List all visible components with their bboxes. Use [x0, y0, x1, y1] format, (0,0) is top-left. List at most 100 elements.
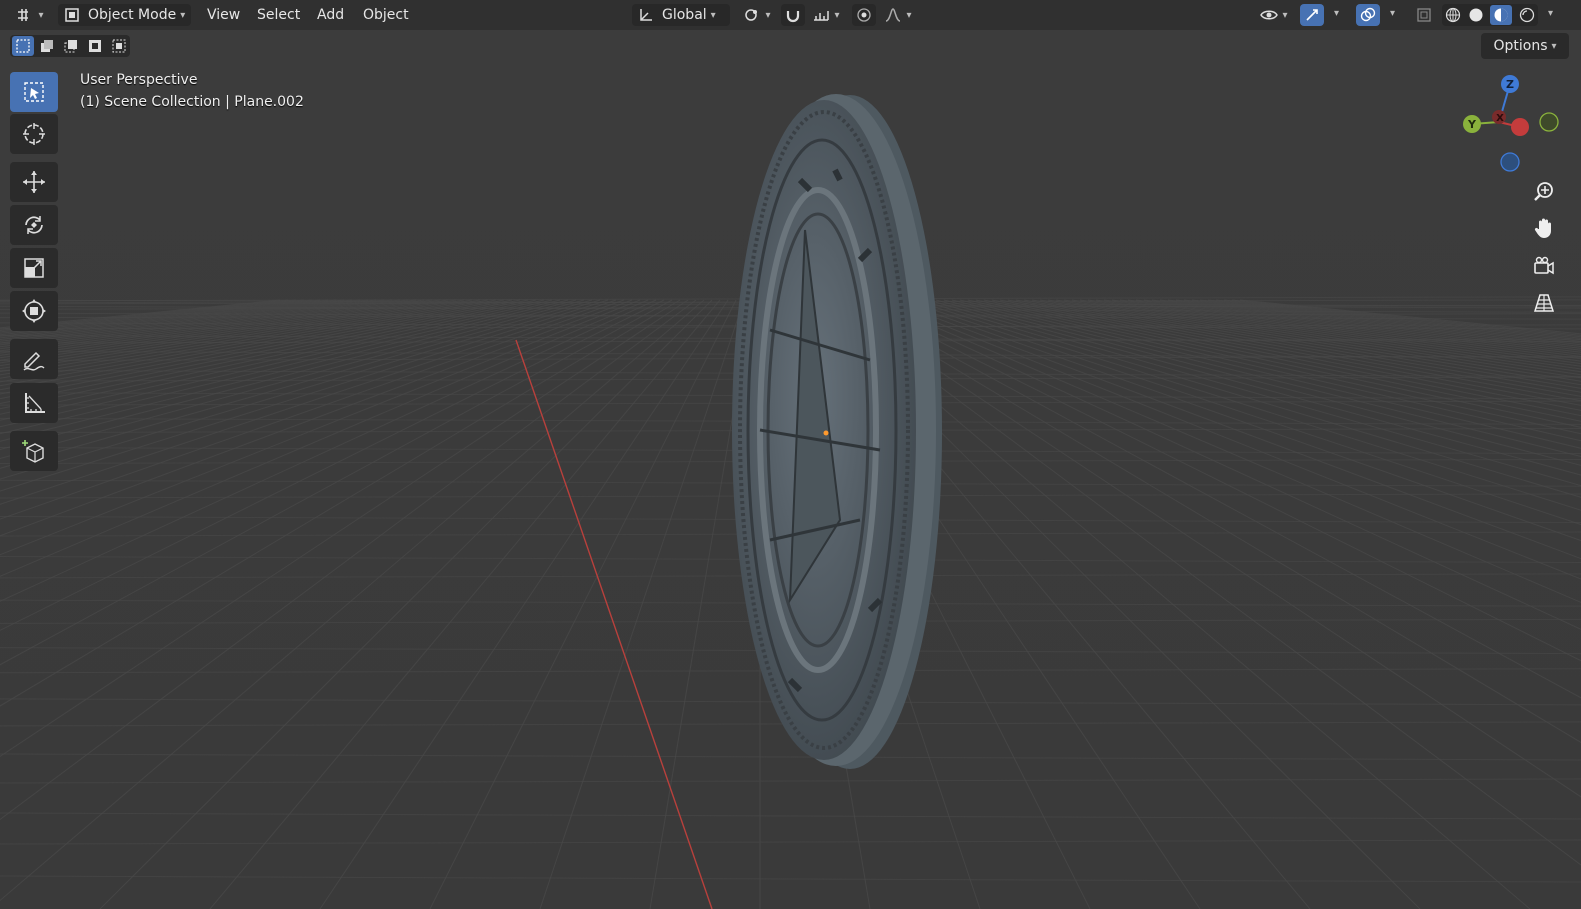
neg-z-axis-ball: [1500, 152, 1520, 172]
select-subtract-icon: [64, 40, 77, 53]
coin-model: [732, 94, 942, 769]
y-axis-label: Y: [1467, 118, 1477, 131]
chevron-down-icon: ▾: [765, 9, 771, 21]
select-invert-button[interactable]: [84, 36, 106, 56]
floor-grid: [0, 0, 1581, 909]
scale-tool[interactable]: [10, 248, 58, 288]
add-cube-icon: [22, 440, 44, 463]
3d-viewport[interactable]: [0, 0, 1581, 909]
editor-type-button[interactable]: ▾: [12, 4, 48, 26]
wireframe-shading-icon[interactable]: [1445, 7, 1461, 23]
menu-add[interactable]: Add: [310, 4, 351, 26]
select-box-tool[interactable]: [10, 72, 58, 112]
chevron-down-icon[interactable]: ▾: [1548, 8, 1553, 19]
z-axis-label: Z: [1506, 78, 1514, 91]
object-mode-icon: [65, 8, 79, 22]
snap-target-button[interactable]: ▾: [806, 4, 846, 26]
selection-mode-group: [10, 35, 130, 57]
select-invert-icon: [89, 40, 101, 52]
navigation-gizmo[interactable]: Z Y X: [1455, 70, 1567, 180]
menu-select[interactable]: Select: [250, 4, 307, 26]
add-cube-tool[interactable]: [10, 431, 58, 471]
proportional-edit-icon: [857, 8, 871, 22]
chevron-down-icon: ▾: [1282, 9, 1288, 21]
grid-view-icon: [1533, 294, 1555, 312]
overlays-toggle[interactable]: [1356, 4, 1380, 26]
chevron-down-icon: ▾: [180, 9, 186, 21]
orientation-axes-icon: [640, 9, 652, 21]
pivot-icon: [745, 9, 758, 21]
move-icon: [23, 171, 45, 193]
gizmo-icon: [1306, 9, 1318, 21]
x-axis-ball: [1511, 118, 1529, 136]
scale-icon: [24, 258, 44, 278]
pan-hand-icon: [1534, 218, 1551, 238]
rendered-shading-icon[interactable]: [1519, 7, 1535, 23]
snap-increment-icon: [814, 11, 830, 21]
select-new-button[interactable]: [12, 36, 34, 56]
chevron-down-icon: ▾: [38, 9, 44, 21]
select-new-icon: [16, 39, 30, 53]
chevron-down-icon: ▾: [834, 9, 840, 21]
magnet-icon: [786, 11, 800, 23]
chevron-down-icon: ▾: [1551, 40, 1557, 52]
camera-icon: [1534, 256, 1554, 275]
select-extend-icon: [41, 40, 53, 52]
mode-label: Object Mode: [88, 7, 177, 23]
transform-icon: [22, 299, 46, 323]
mode-dropdown[interactable]: Object Mode ▾: [58, 4, 191, 26]
solid-shading-icon[interactable]: [1468, 7, 1484, 23]
measure-tool[interactable]: [10, 383, 58, 423]
rotate-tool[interactable]: [10, 205, 58, 245]
eye-icon: [1260, 10, 1279, 20]
options-dropdown[interactable]: Options ▾: [1481, 33, 1569, 59]
orientation-label: Global: [662, 7, 707, 23]
options-label: Options: [1493, 38, 1548, 54]
zoom-button[interactable]: [1527, 174, 1561, 208]
x-axis-label: X: [1496, 113, 1504, 124]
overlays-icon: [1360, 7, 1376, 22]
select-intersect-button[interactable]: [108, 36, 130, 56]
xray-toggle[interactable]: [1412, 4, 1436, 26]
gizmo-toggle[interactable]: [1300, 4, 1324, 26]
select-intersect-icon: [112, 39, 126, 53]
move-tool[interactable]: [10, 162, 58, 202]
falloff-curve-icon: [886, 8, 901, 22]
collection-label: (1) Scene Collection | Plane.002: [80, 94, 304, 110]
pan-button[interactable]: [1527, 211, 1561, 245]
material-shading-button[interactable]: [1490, 5, 1513, 25]
cursor-icon: [23, 123, 45, 145]
material-shading-icon: [1494, 8, 1508, 22]
chevron-down-icon[interactable]: ▾: [1390, 8, 1395, 19]
neg-y-axis-ball: [1539, 112, 1559, 132]
select-subtract-button[interactable]: [60, 36, 82, 56]
menu-view[interactable]: View: [200, 4, 247, 26]
shading-mode-group: [1442, 4, 1538, 26]
chevron-down-icon: ▾: [906, 9, 912, 21]
proportional-edit-toggle[interactable]: [852, 4, 876, 26]
view-name: User Perspective: [80, 72, 198, 88]
snap-toggle[interactable]: [781, 4, 805, 26]
editor-type-icon: [18, 9, 29, 21]
annotate-tool[interactable]: [10, 339, 58, 379]
xray-icon: [1417, 8, 1431, 22]
annotate-icon: [23, 351, 45, 371]
select-extend-button[interactable]: [36, 36, 58, 56]
chevron-down-icon: ▾: [710, 9, 716, 21]
select-box-icon: [24, 82, 44, 102]
viewport-header: ▾ Object Mode ▾ View Select Add Object G…: [0, 0, 1581, 30]
pivot-point-button[interactable]: ▾: [738, 4, 776, 26]
transform-tool[interactable]: [10, 291, 58, 331]
object-origin: [823, 430, 829, 436]
falloff-button[interactable]: ▾: [880, 4, 916, 26]
rotate-icon: [25, 216, 43, 234]
camera-view-button[interactable]: [1527, 249, 1561, 283]
measure-icon: [25, 393, 45, 413]
cursor-tool[interactable]: [10, 114, 58, 154]
projection-toggle-button[interactable]: [1527, 286, 1561, 320]
transform-orientation-dropdown[interactable]: Global ▾: [632, 4, 730, 26]
zoom-icon: [1534, 182, 1553, 201]
visibility-button[interactable]: ▾: [1255, 4, 1293, 26]
chevron-down-icon[interactable]: ▾: [1334, 8, 1339, 19]
menu-object[interactable]: Object: [356, 4, 416, 26]
